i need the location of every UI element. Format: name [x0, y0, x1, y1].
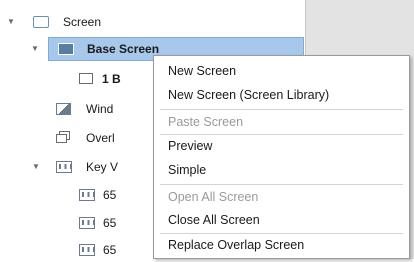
key-screen-icon: [79, 244, 95, 256]
key-screen-icon: [79, 217, 95, 229]
tree-item-label: Overl: [86, 131, 115, 145]
tree-item-label: Base Screen: [87, 42, 160, 56]
menu-item-open-all-screen: Open All Screen: [168, 190, 259, 204]
key-window-icon: [56, 161, 72, 173]
menu-item-new-screen[interactable]: New Screen: [168, 59, 236, 83]
menu-item-new-screen-library[interactable]: New Screen (Screen Library): [168, 83, 329, 107]
menu-item-close-all-screen[interactable]: Close All Screen: [168, 208, 260, 232]
tree-item-label: 65: [103, 188, 117, 202]
screen-page-icon: [79, 73, 93, 84]
menu-item-preview[interactable]: Preview: [168, 134, 212, 158]
window-screen-icon: [56, 103, 71, 115]
menu-item-paste-screen: Paste Screen: [168, 115, 244, 129]
screen-folder-icon: [33, 16, 49, 28]
menu-item-simple[interactable]: Simple: [168, 158, 206, 182]
base-screen-icon: [58, 43, 74, 55]
expand-caret-icon[interactable]: ▼: [31, 37, 39, 61]
tree-item-label: Screen: [63, 15, 102, 29]
menu-item-replace-overlap-screen[interactable]: Replace Overlap Screen: [168, 233, 304, 257]
expand-caret-icon[interactable]: ▼: [7, 10, 15, 34]
tree-item-label: 1 B: [102, 72, 121, 86]
key-screen-icon: [79, 189, 95, 201]
overlap-screen-icon: [56, 131, 71, 144]
tree-item-label: Key V: [86, 160, 119, 174]
expand-caret-icon[interactable]: ▼: [32, 155, 40, 179]
context-menu: New Screen New Screen (Screen Library) P…: [153, 55, 410, 259]
tree-item-label: 65: [103, 216, 117, 230]
tree-item-label: Wind: [86, 102, 114, 116]
tree-item-screen[interactable]: ▼ Screen: [0, 10, 300, 34]
tree-item-label: 65: [103, 243, 117, 257]
